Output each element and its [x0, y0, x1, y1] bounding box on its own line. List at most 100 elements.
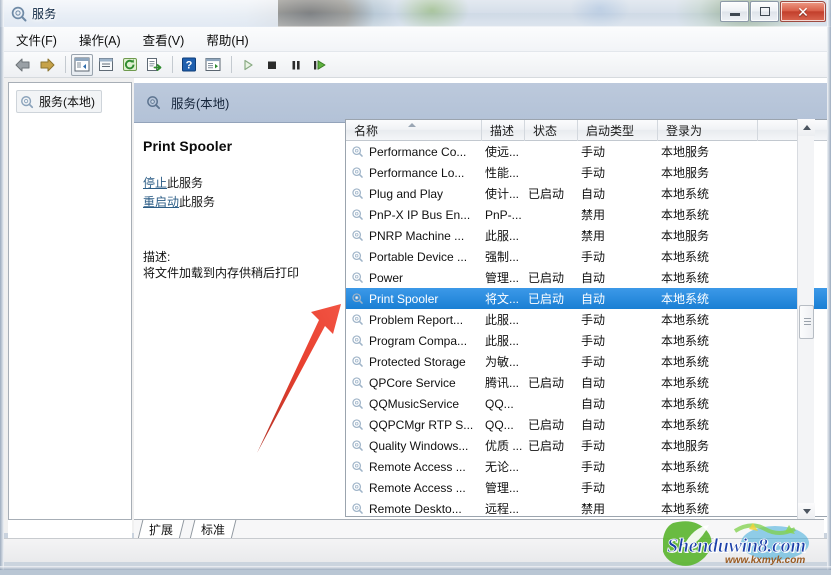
separator-1: [65, 56, 66, 73]
table-row[interactable]: Remote Access ...无论...手动本地系统: [346, 456, 827, 477]
cell-service-name: PnP-X IP Bus En...: [346, 208, 482, 222]
menu-view[interactable]: 查看(V): [143, 27, 197, 52]
menu-bar: 文件(F) 操作(A) 查看(V) 帮助(H): [4, 27, 827, 52]
column-header-status[interactable]: 状态: [525, 120, 578, 141]
scrollbar-thumb[interactable]: [799, 305, 814, 339]
tab-extended[interactable]: 扩展: [138, 520, 185, 539]
restart-icon: [312, 58, 328, 72]
window-border-bottom: [0, 566, 831, 570]
table-row[interactable]: Plug and Play使计...已启动自动本地系统: [346, 183, 827, 204]
service-details-panel: Print Spooler 停止此服务 重启动此服务 描述: 将文件加载到内存供…: [134, 124, 345, 522]
pause-service-button[interactable]: [285, 54, 307, 76]
cell-log-on-as: 本地系统: [658, 248, 758, 265]
pane-icon: [205, 57, 221, 72]
table-row[interactable]: Problem Report...此服...手动本地系统: [346, 309, 827, 330]
start-service-button[interactable]: [237, 54, 259, 76]
table-row[interactable]: Program Compa...此服...手动本地系统: [346, 330, 827, 351]
help-button[interactable]: ?: [178, 54, 200, 76]
cell-description: 优质 ...: [482, 437, 525, 454]
export-list-button[interactable]: [143, 54, 165, 76]
table-row-selected[interactable]: Print Spooler将文...已启动自动本地系统: [346, 288, 827, 309]
tab-standard[interactable]: 标准: [190, 520, 237, 539]
restart-service-button[interactable]: [309, 54, 331, 76]
menu-action[interactable]: 操作(A): [79, 27, 133, 52]
window-border-right: [827, 0, 831, 570]
cell-log-on-as: 本地系统: [658, 311, 758, 328]
service-gear-icon: [351, 418, 364, 431]
service-gear-icon: [351, 313, 364, 326]
table-row[interactable]: QPCore Service腾讯...已启动自动本地系统: [346, 372, 827, 393]
list-vertical-scrollbar[interactable]: [797, 119, 814, 520]
table-row[interactable]: Power管理...已启动自动本地系统: [346, 267, 827, 288]
service-name-text: QQMusicService: [369, 397, 459, 411]
restore-button[interactable]: [750, 1, 779, 22]
menu-help[interactable]: 帮助(H): [206, 27, 260, 52]
cell-service-name: Performance Lo...: [346, 166, 482, 180]
table-row[interactable]: Performance Lo...性能...手动本地服务: [346, 162, 827, 183]
window-border-left: [0, 0, 4, 570]
column-header-startup-type[interactable]: 启动类型: [578, 120, 658, 141]
services-gear-icon: [146, 95, 161, 110]
sort-ascending-icon: [408, 123, 416, 127]
table-row[interactable]: PnP-X IP Bus En...PnP-...禁用本地系统: [346, 204, 827, 225]
table-row[interactable]: PNRP Machine ...此服...禁用本地服务: [346, 225, 827, 246]
table-row[interactable]: Quality Windows...优质 ...已启动手动本地服务: [346, 435, 827, 456]
console-header-band: 服务(本地): [134, 83, 827, 123]
stop-service-link[interactable]: 停止此服务: [143, 174, 335, 191]
table-row[interactable]: QQMusicServiceQQ...自动本地系统: [346, 393, 827, 414]
console-tree-pane: 服务(本地): [8, 82, 132, 526]
service-gear-icon: [351, 166, 364, 179]
minimize-button[interactable]: [720, 1, 749, 22]
cell-status: 已启动: [525, 269, 578, 286]
table-row[interactable]: Remote Deskto...远程...禁用本地系统: [346, 498, 827, 517]
service-name-text: Remote Deskto...: [369, 502, 462, 516]
scroll-up-button[interactable]: [798, 119, 815, 136]
cell-startup-type: 手动: [578, 458, 658, 475]
service-name-text: Plug and Play: [369, 187, 443, 201]
service-gear-icon: [351, 460, 364, 473]
menu-file[interactable]: 文件(F): [16, 27, 69, 52]
refresh-button[interactable]: [119, 54, 141, 76]
cell-service-name: QPCore Service: [346, 376, 482, 390]
cell-service-name: Plug and Play: [346, 187, 482, 201]
column-header-description[interactable]: 描述: [482, 120, 525, 141]
title-bar: 服务 ✕: [0, 0, 831, 27]
service-gear-icon: [351, 334, 364, 347]
column-header-log-on-as[interactable]: 登录为: [658, 120, 758, 141]
service-name-text: Quality Windows...: [369, 439, 468, 453]
table-row[interactable]: QQPCMgr RTP S...QQ...已启动自动本地系统: [346, 414, 827, 435]
cell-log-on-as: 本地系统: [658, 353, 758, 370]
cell-startup-type: 自动: [578, 269, 658, 286]
cell-service-name: Protected Storage: [346, 355, 482, 369]
scroll-down-button[interactable]: [798, 503, 815, 520]
services-list-view[interactable]: 名称 描述 状态 启动类型 登录为 Performance Co...使远...…: [345, 119, 827, 517]
cell-startup-type: 手动: [578, 437, 658, 454]
tree-item-label: 服务(本地): [39, 93, 95, 110]
refresh-icon: [122, 57, 138, 72]
close-button[interactable]: ✕: [780, 1, 826, 22]
forward-button[interactable]: [36, 54, 58, 76]
table-row[interactable]: Remote Access ...管理...手动本地系统: [346, 477, 827, 498]
cell-description: 使远...: [482, 143, 525, 160]
cell-log-on-as: 本地系统: [658, 269, 758, 286]
cell-description: 此服...: [482, 311, 525, 328]
column-header-name[interactable]: 名称: [346, 120, 482, 141]
table-row[interactable]: Portable Device ...强制...手动本地系统: [346, 246, 827, 267]
cell-startup-type: 禁用: [578, 206, 658, 223]
cell-startup-type: 手动: [578, 164, 658, 181]
properties-button[interactable]: [95, 54, 117, 76]
back-button[interactable]: [12, 54, 34, 76]
tree-item-services-local[interactable]: 服务(本地): [16, 90, 102, 113]
cell-log-on-as: 本地服务: [658, 143, 758, 160]
window-body: 服务(本地) 服务(本地) Print Spooler 停止此服务: [4, 78, 827, 533]
table-row[interactable]: Protected Storage为敏...手动本地系统: [346, 351, 827, 372]
cell-description: 将文...: [482, 290, 525, 307]
cell-log-on-as: 本地系统: [658, 416, 758, 433]
cell-startup-type: 手动: [578, 353, 658, 370]
table-row[interactable]: Performance Co...使远...手动本地服务: [346, 141, 827, 162]
stop-service-button[interactable]: [261, 54, 283, 76]
show-action-pane-button[interactable]: [202, 54, 224, 76]
restart-service-link[interactable]: 重启动此服务: [143, 193, 335, 210]
show-hide-console-tree-button[interactable]: [71, 54, 93, 76]
cell-service-name: Remote Access ...: [346, 460, 482, 474]
